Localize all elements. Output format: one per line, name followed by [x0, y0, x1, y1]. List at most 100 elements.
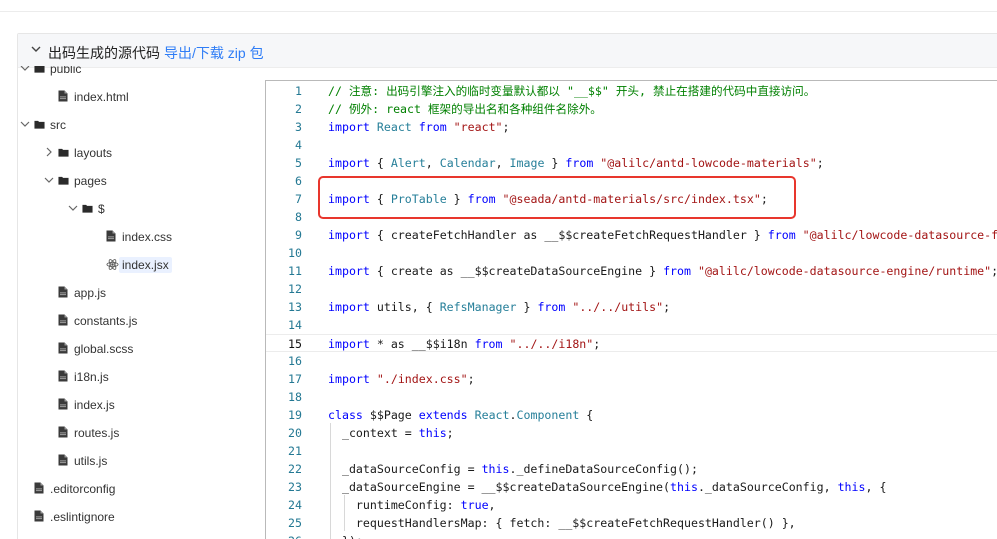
line-number: 8	[295, 210, 302, 224]
folder-icon	[58, 176, 69, 185]
code-line[interactable]: 18	[266, 388, 997, 406]
file-icon	[58, 314, 68, 326]
code-line[interactable]: 15 import * as __$$i18n from "../../i18n"…	[266, 334, 997, 352]
code-token: extends	[418, 408, 468, 422]
code-token: from	[474, 337, 503, 351]
code-token: * as __$$i18n	[369, 337, 475, 351]
code-line[interactable]: 16	[266, 352, 997, 370]
line-number: 24	[288, 498, 302, 512]
code-token: import	[328, 156, 370, 170]
code-line[interactable]: 5 import { Alert, Calendar, Image } from …	[266, 154, 997, 172]
code-line[interactable]: 17 import "./index.css";	[266, 370, 997, 388]
tree-item[interactable]: i18n.js	[18, 366, 248, 388]
code-editor[interactable]: 1 // 注意: 出码引擎注入的临时变量默认都以 "__$$" 开头, 禁止在搭建…	[265, 80, 997, 539]
code-text: import { create as __$$createDataSourceE…	[328, 262, 997, 280]
code-line[interactable]: 26 });	[266, 532, 997, 539]
code-line[interactable]: 1 // 注意: 出码引擎注入的临时变量默认都以 "__$$" 开头, 禁止在搭建…	[266, 82, 997, 100]
chevron-down-icon[interactable]	[30, 43, 42, 55]
tree-item[interactable]: layouts	[18, 142, 248, 164]
code-line[interactable]: 19 class $$Page extends React.Component {	[266, 406, 997, 424]
file-icon	[58, 426, 68, 438]
tree-item-label: global.scss	[74, 342, 134, 356]
code-token: ;	[663, 300, 671, 314]
code-token: ;	[991, 264, 997, 278]
code-token: ._defineDataSourceConfig();	[509, 462, 698, 476]
code-line[interactable]: 2 // 例外: react 框架的导出名和各种组件名除外。	[266, 100, 997, 118]
code-text: import { createFetchHandler as __$$creat…	[328, 226, 997, 244]
code-line[interactable]: 21	[266, 442, 997, 460]
code-token: import	[328, 228, 370, 242]
top-divider	[0, 11, 997, 12]
code-token: { create as __$$createDataSourceEngine }	[369, 264, 664, 278]
code-token: runtimeConfig:	[328, 498, 461, 512]
tree-item[interactable]: routes.js	[18, 422, 248, 444]
chevron-down-icon[interactable]	[44, 175, 54, 185]
tree-item[interactable]: public	[18, 66, 248, 80]
tree-item[interactable]: index.css	[18, 226, 248, 248]
line-number: 10	[288, 246, 302, 260]
code-line[interactable]: 4	[266, 136, 997, 154]
code-line[interactable]: 8	[266, 208, 997, 226]
code-text: import { ProTable } from "@seada/antd-ma…	[328, 190, 768, 208]
code-line[interactable]: 3 import React from "react";	[266, 118, 997, 136]
tree-item[interactable]: index.html	[18, 86, 248, 108]
line-number: 6	[295, 174, 302, 188]
code-token: ,	[488, 498, 496, 512]
code-line[interactable]: 10	[266, 244, 997, 262]
tree-item[interactable]: constants.js	[18, 310, 248, 332]
code-line[interactable]: 12	[266, 280, 997, 298]
code-line[interactable]: 24 runtimeConfig: true,	[266, 496, 997, 514]
code-token: ,	[425, 156, 440, 170]
tree-item[interactable]: app.js	[18, 282, 248, 304]
code-line[interactable]: 9 import { createFetchHandler as __$$crea…	[266, 226, 997, 244]
chevron-down-icon[interactable]	[20, 119, 30, 129]
code-line[interactable]: 13 import utils, { RefsManager } from "..…	[266, 298, 997, 316]
react-icon	[106, 259, 119, 270]
code-line[interactable]: 14	[266, 316, 997, 334]
code-line[interactable]: 20 _context = this;	[266, 424, 997, 442]
code-line[interactable]: 23 _dataSourceEngine = __$$createDataSou…	[266, 478, 997, 496]
code-token: React	[474, 408, 510, 422]
tree-item[interactable]: .editorconfig	[18, 478, 248, 500]
code-line[interactable]: 25 requestHandlersMap: { fetch: __$$crea…	[266, 514, 997, 532]
panel-title: 出码生成的源代码	[48, 45, 160, 61]
tree-item-label: constants.js	[74, 314, 138, 328]
tree-item[interactable]: index.jsx	[18, 254, 248, 276]
tree-item[interactable]: src	[18, 114, 248, 136]
line-number: 15	[288, 337, 302, 351]
tree-item[interactable]: global.scss	[18, 338, 248, 360]
code-token: import	[328, 120, 370, 134]
code-text: _dataSourceEngine = __$$createDataSource…	[328, 478, 886, 496]
chevron-down-icon[interactable]	[68, 203, 78, 213]
code-token: _context =	[328, 426, 419, 440]
code-token: import	[328, 372, 370, 386]
code-line[interactable]: 6	[266, 172, 997, 190]
download-zip-link[interactable]: 导出/下载 zip 包	[164, 43, 264, 63]
folder-icon	[34, 66, 45, 73]
chevron-down-icon[interactable]	[20, 66, 30, 73]
code-text: class $$Page extends React.Component {	[328, 406, 593, 424]
tree-item[interactable]: index.js	[18, 394, 248, 416]
code-line[interactable]: 22 _dataSourceConfig = this._defineDataS…	[266, 460, 997, 478]
tree-item[interactable]: .eslintignore	[18, 506, 248, 528]
tree-item[interactable]: $	[18, 198, 248, 220]
tree-item[interactable]: utils.js	[18, 450, 248, 472]
code-line[interactable]: 7 import { ProTable } from "@seada/antd-m…	[266, 190, 997, 208]
code-text: import utils, { RefsManager } from "../.…	[328, 298, 670, 316]
tree-item-label: index.html	[74, 90, 129, 104]
chevron-right-icon[interactable]	[44, 147, 54, 157]
code-token: React	[376, 120, 412, 134]
code-text: requestHandlersMap: { fetch: __$$createF…	[328, 514, 796, 532]
code-token: from	[467, 192, 496, 206]
panel-header[interactable]: 出码生成的源代码 导出/下载 zip 包	[18, 34, 997, 68]
line-number: 7	[295, 192, 302, 206]
tree-item-label: $	[98, 202, 105, 216]
tree-item[interactable]: pages	[18, 170, 248, 192]
code-text: import { Alert, Calendar, Image } from "…	[328, 154, 824, 172]
code-line[interactable]: 11 import { create as __$$createDataSourc…	[266, 262, 997, 280]
line-number: 11	[288, 264, 302, 278]
